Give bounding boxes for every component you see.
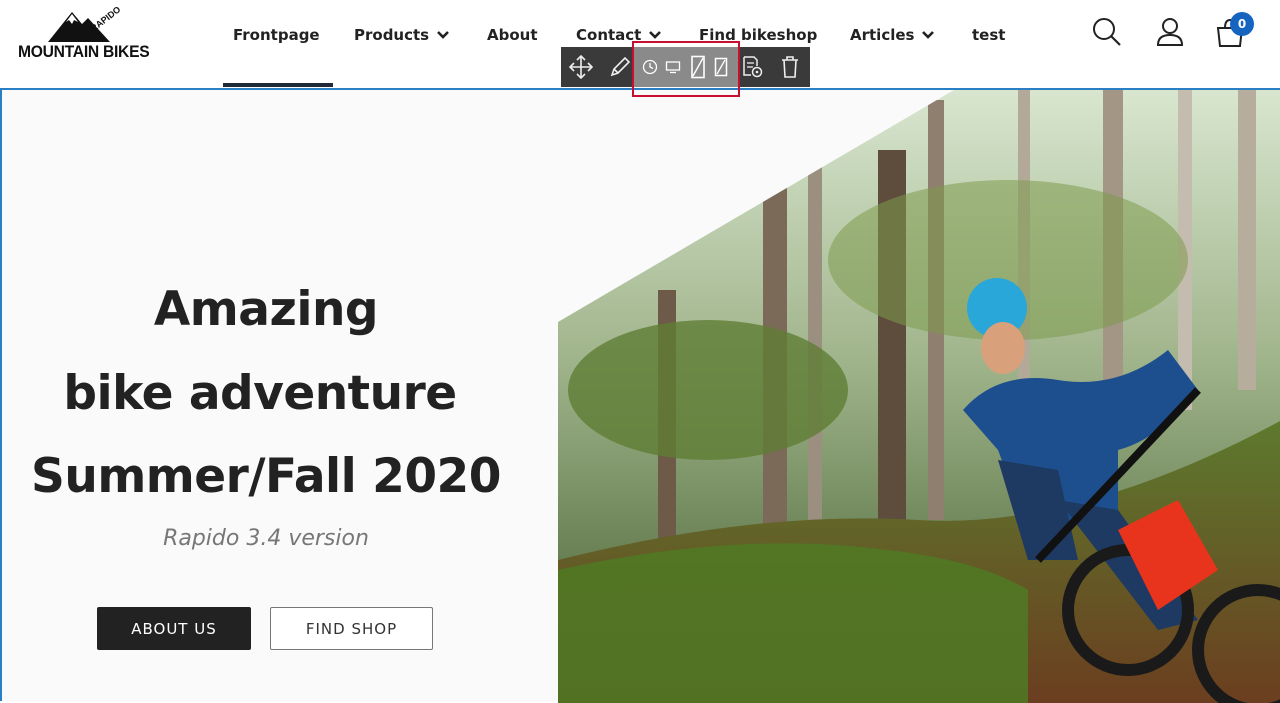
edit-pencil-icon [610,56,631,77]
schedule-button[interactable] [639,47,661,87]
nav-item-label: Products [354,26,430,44]
hero-title-line-1: Amazing [153,282,379,337]
hero-section: Amazing bike adventure Summer/Fall 2020 … [0,88,1280,703]
hero-title-line-3: Summer/Fall 2020 [31,449,501,504]
clock-icon [642,59,658,75]
nav-item-label: Frontpage [233,26,320,44]
nav-item-articles[interactable]: Articles [850,26,935,44]
nav-item-label: test [972,26,1006,44]
nav-item-label: Contact [576,26,642,44]
site-logo[interactable]: RAPIDO MOUNTAIN BIKES [18,4,150,64]
user-icon[interactable] [1155,16,1185,48]
nav-item-label: Articles [850,26,915,44]
nav-item-label: Find bikeshop [699,26,818,44]
chevron-down-icon [649,31,662,39]
page-settings-icon [743,56,763,78]
page-settings-button[interactable] [739,47,765,87]
search-icon[interactable] [1092,16,1122,48]
nav-item-contact[interactable]: Contact [576,26,662,44]
chevron-down-icon [437,31,450,39]
about-us-button[interactable]: ABOUT US [97,607,251,650]
nav-item-products[interactable]: Products [354,26,450,44]
hero-subtitle: Rapido 3.4 version [163,526,369,551]
cart-count-badge: 0 [1230,12,1254,36]
tablet-icon [691,55,705,79]
nav-item-test[interactable]: test [972,26,1005,44]
logo-text: MOUNTAIN BIKES [18,42,150,61]
desktop-visibility-button[interactable] [662,47,684,87]
trash-icon [782,56,798,78]
mobile-visibility-button[interactable] [710,47,732,87]
move-button[interactable] [565,47,597,87]
nav-active-indicator [223,83,333,87]
desktop-icon [665,61,681,74]
mobile-icon [714,57,728,77]
hero-title-line-2: bike adventure [63,366,457,421]
nav-item-find-bikeshop[interactable]: Find bikeshop [699,26,817,44]
find-shop-button[interactable]: FIND SHOP [270,607,433,650]
move-icon [568,54,594,80]
delete-button[interactable] [776,47,804,87]
chevron-down-icon [922,31,935,39]
nav-item-frontpage[interactable]: Frontpage [233,26,320,44]
nav-item-label: About [487,26,538,44]
edit-button[interactable] [604,47,636,87]
hero-photo [558,90,1280,703]
tablet-visibility-button[interactable] [686,47,710,87]
nav-item-about[interactable]: About [487,26,538,44]
